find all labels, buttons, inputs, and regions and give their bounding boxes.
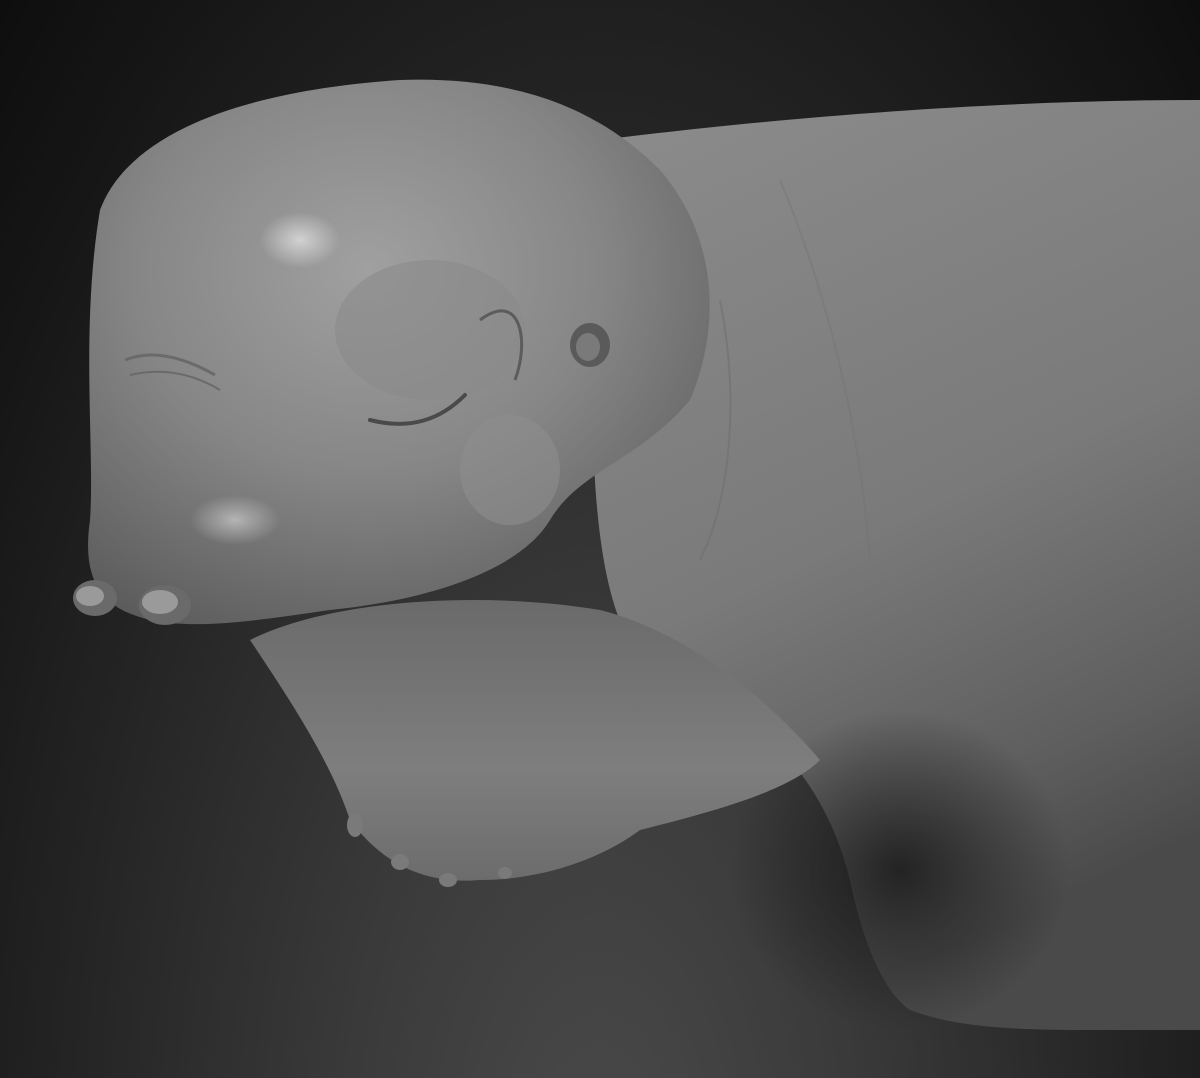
chin-bump <box>439 873 457 887</box>
snout-highlight <box>190 495 280 545</box>
forehead-highlight <box>260 212 340 268</box>
left-nostril-tip <box>76 586 104 606</box>
brow-ridge <box>335 260 525 400</box>
sculpt-canvas[interactable] <box>0 0 1200 1078</box>
chin-bump <box>391 854 409 870</box>
cheek-bulge <box>460 415 560 525</box>
ear-hole-inner <box>576 333 600 361</box>
chin-bump <box>498 867 512 879</box>
chin-bump <box>347 813 363 837</box>
sculpt-viewport[interactable] <box>0 0 1200 1078</box>
right-nostril-tip <box>142 590 178 614</box>
